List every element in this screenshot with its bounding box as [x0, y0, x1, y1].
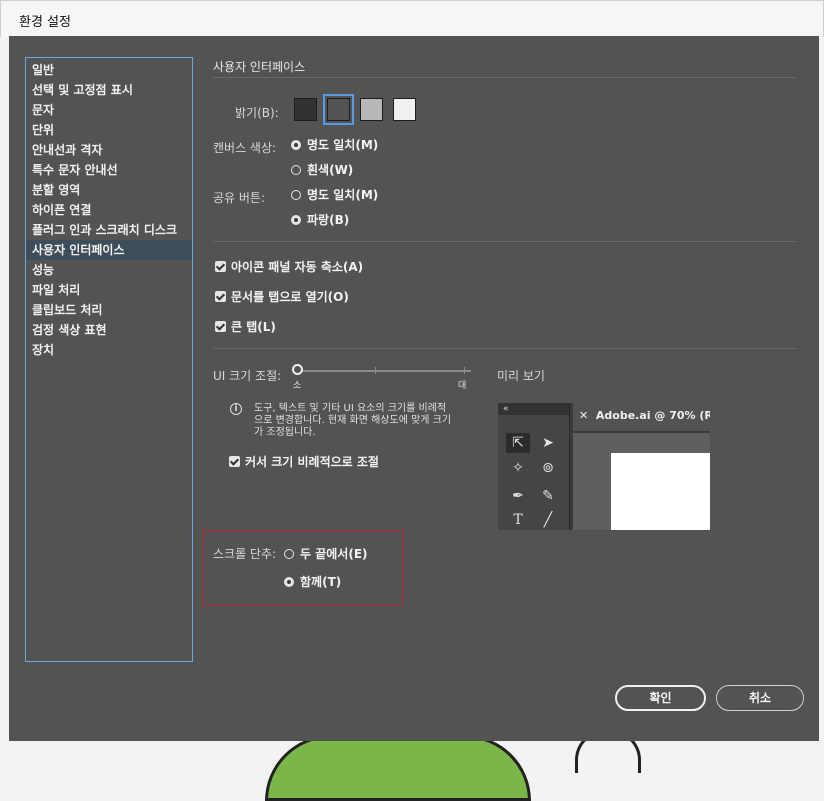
type-tool-icon: T	[513, 512, 523, 528]
brightness-swatch-medium-light[interactable]	[360, 98, 383, 121]
sidebar-item-guides-grid[interactable]: 안내선과 격자	[26, 140, 192, 160]
sidebar-item-smart-guides[interactable]: 특수 문자 안내선	[26, 160, 192, 180]
sidebar-item-performance[interactable]: 성능	[26, 260, 192, 280]
checkbox-label: 문서를 탭으로 열기(O)	[231, 290, 349, 304]
sidebar-item-selection[interactable]: 선택 및 고정점 표시	[26, 80, 192, 100]
slider-max-label: 대	[458, 381, 467, 391]
radio-indicator	[291, 189, 301, 200]
sidebar-item-user-interface[interactable]: 사용자 인터페이스	[26, 240, 192, 260]
highlight-box	[202, 530, 403, 605]
radio-label: 파랑(B)	[307, 213, 350, 227]
line-tool-icon: ╱	[543, 512, 553, 528]
share-button-label: 공유 버튼:	[213, 191, 266, 205]
checkbox-indicator	[215, 261, 226, 272]
checkbox-indicator	[215, 321, 226, 332]
slider-tick	[464, 367, 465, 374]
preview-document-tab: ✕ Adobe.ai @ 70% (RGB/	[579, 409, 710, 422]
sidebar-item-devices[interactable]: 장치	[26, 340, 192, 360]
info-icon: i	[230, 403, 242, 415]
scale-cursor-checkbox[interactable]: 커서 크기 비례적으로 조절	[229, 453, 379, 470]
radio-indicator	[291, 214, 301, 225]
slider-tick	[375, 367, 376, 374]
checkbox-indicator	[215, 291, 226, 302]
collapse-icon: «	[498, 403, 569, 415]
scroll-buttons-at-ends-radio[interactable]: 두 끝에서(E)	[284, 545, 368, 562]
background-illustration	[265, 735, 531, 801]
checkbox-label: 큰 탭(L)	[231, 320, 276, 334]
radio-label: 흰색(W)	[307, 163, 354, 177]
ui-preview: « ⇱ ➤ ✧ ⊚ ✒ ✎ T ╱ ✕ Adobe.ai @ 70% (RGB/	[498, 403, 710, 530]
ui-scaling-slider-thumb[interactable]	[292, 364, 303, 375]
preferences-dialog: 일반 선택 및 고정점 표시 문자 단위 안내선과 격자 특수 문자 안내선 분…	[9, 36, 819, 741]
sidebar-item-type[interactable]: 문자	[26, 100, 192, 120]
brightness-swatch-light[interactable]	[393, 98, 416, 121]
ui-scaling-info-text: 도구, 텍스트 및 기타 UI 요소의 크기를 비례적으로 변경합니다. 현재 …	[254, 403, 452, 438]
sidebar-item-units[interactable]: 단위	[26, 120, 192, 140]
open-documents-as-tabs-checkbox[interactable]: 문서를 탭으로 열기(O)	[215, 288, 349, 305]
pen-tool-icon: ✒	[512, 488, 524, 504]
section-title: 사용자 인터페이스	[213, 60, 306, 74]
canvas-color-match-radio[interactable]: 명도 일치(M)	[291, 136, 378, 153]
radio-label: 명도 일치(M)	[307, 188, 379, 202]
sidebar-item-plugins[interactable]: 플러그 인과 스크래치 디스크	[26, 220, 192, 240]
sidebar-item-slices[interactable]: 분할 영역	[26, 180, 192, 200]
checkbox-label: 커서 크기 비례적으로 조절	[245, 455, 379, 469]
radio-indicator	[291, 164, 301, 175]
sidebar-item-general[interactable]: 일반	[26, 60, 192, 80]
selection-tool-icon: ⇱	[506, 433, 530, 453]
radio-indicator	[284, 576, 294, 587]
canvas-color-label: 캔버스 색상:	[213, 141, 277, 155]
scroll-buttons-together-radio[interactable]: 함께(T)	[284, 573, 341, 590]
auto-collapse-icon-panels-checkbox[interactable]: 아이콘 패널 자동 축소(A)	[215, 258, 363, 275]
ui-scaling-slider-track[interactable]	[297, 370, 471, 372]
radio-label: 두 끝에서(E)	[300, 547, 368, 561]
share-button-blue-radio[interactable]: 파랑(B)	[291, 211, 349, 228]
preview-tab-title: Adobe.ai @ 70% (RGB/	[595, 409, 710, 422]
category-list[interactable]: 일반 선택 및 고정점 표시 문자 단위 안내선과 격자 특수 문자 안내선 분…	[25, 57, 193, 662]
sidebar-item-hyphenation[interactable]: 하이픈 연결	[26, 200, 192, 220]
ui-scaling-label: UI 크기 조절:	[213, 369, 282, 383]
checkbox-label: 아이콘 패널 자동 축소(A)	[231, 260, 364, 274]
lasso-tool-icon: ⊚	[542, 460, 554, 476]
radio-indicator	[284, 548, 294, 559]
radio-label: 함께(T)	[300, 575, 342, 589]
curvature-tool-icon: ✎	[542, 488, 554, 504]
divider	[213, 77, 796, 78]
brightness-label: 밝기(B):	[235, 106, 279, 120]
settings-panel: 사용자 인터페이스 밝기(B): 캔버스 색상: 명도 일치(M) 흰색(W) …	[202, 36, 804, 741]
preview-tab-bar: ✕ Adobe.ai @ 70% (RGB/	[573, 403, 710, 431]
divider	[213, 348, 796, 349]
radio-indicator	[291, 139, 301, 150]
share-button-match-radio[interactable]: 명도 일치(M)	[291, 186, 378, 203]
brightness-swatch-dark[interactable]	[294, 98, 317, 121]
preview-label: 미리 보기	[497, 369, 545, 383]
large-tabs-checkbox[interactable]: 큰 탭(L)	[215, 318, 276, 335]
ok-button[interactable]: 확인	[615, 685, 706, 711]
preview-toolbar: « ⇱ ➤ ✧ ⊚ ✒ ✎ T ╱	[498, 403, 570, 530]
direct-selection-tool-icon: ➤	[542, 435, 554, 451]
preview-canvas	[573, 433, 710, 530]
cancel-button[interactable]: 취소	[716, 685, 804, 711]
divider	[213, 241, 796, 242]
sidebar-item-black-appearance[interactable]: 검정 색상 표현	[26, 320, 192, 340]
sidebar-item-clipboard[interactable]: 클립보드 처리	[26, 300, 192, 320]
preview-artboard	[611, 453, 710, 530]
scroll-buttons-label: 스크롤 단추:	[213, 547, 277, 561]
slider-min-label: 소	[293, 381, 302, 391]
sidebar-item-file-handling[interactable]: 파일 처리	[26, 280, 192, 300]
magic-wand-tool-icon: ✧	[512, 460, 524, 476]
window-title: 환경 설정	[19, 15, 71, 30]
canvas-color-white-radio[interactable]: 흰색(W)	[291, 161, 353, 178]
checkbox-indicator	[229, 456, 240, 467]
window-titlebar[interactable]: 환경 설정	[0, 0, 824, 37]
brightness-swatch-medium-dark[interactable]	[327, 98, 350, 121]
radio-label: 명도 일치(M)	[307, 138, 379, 152]
